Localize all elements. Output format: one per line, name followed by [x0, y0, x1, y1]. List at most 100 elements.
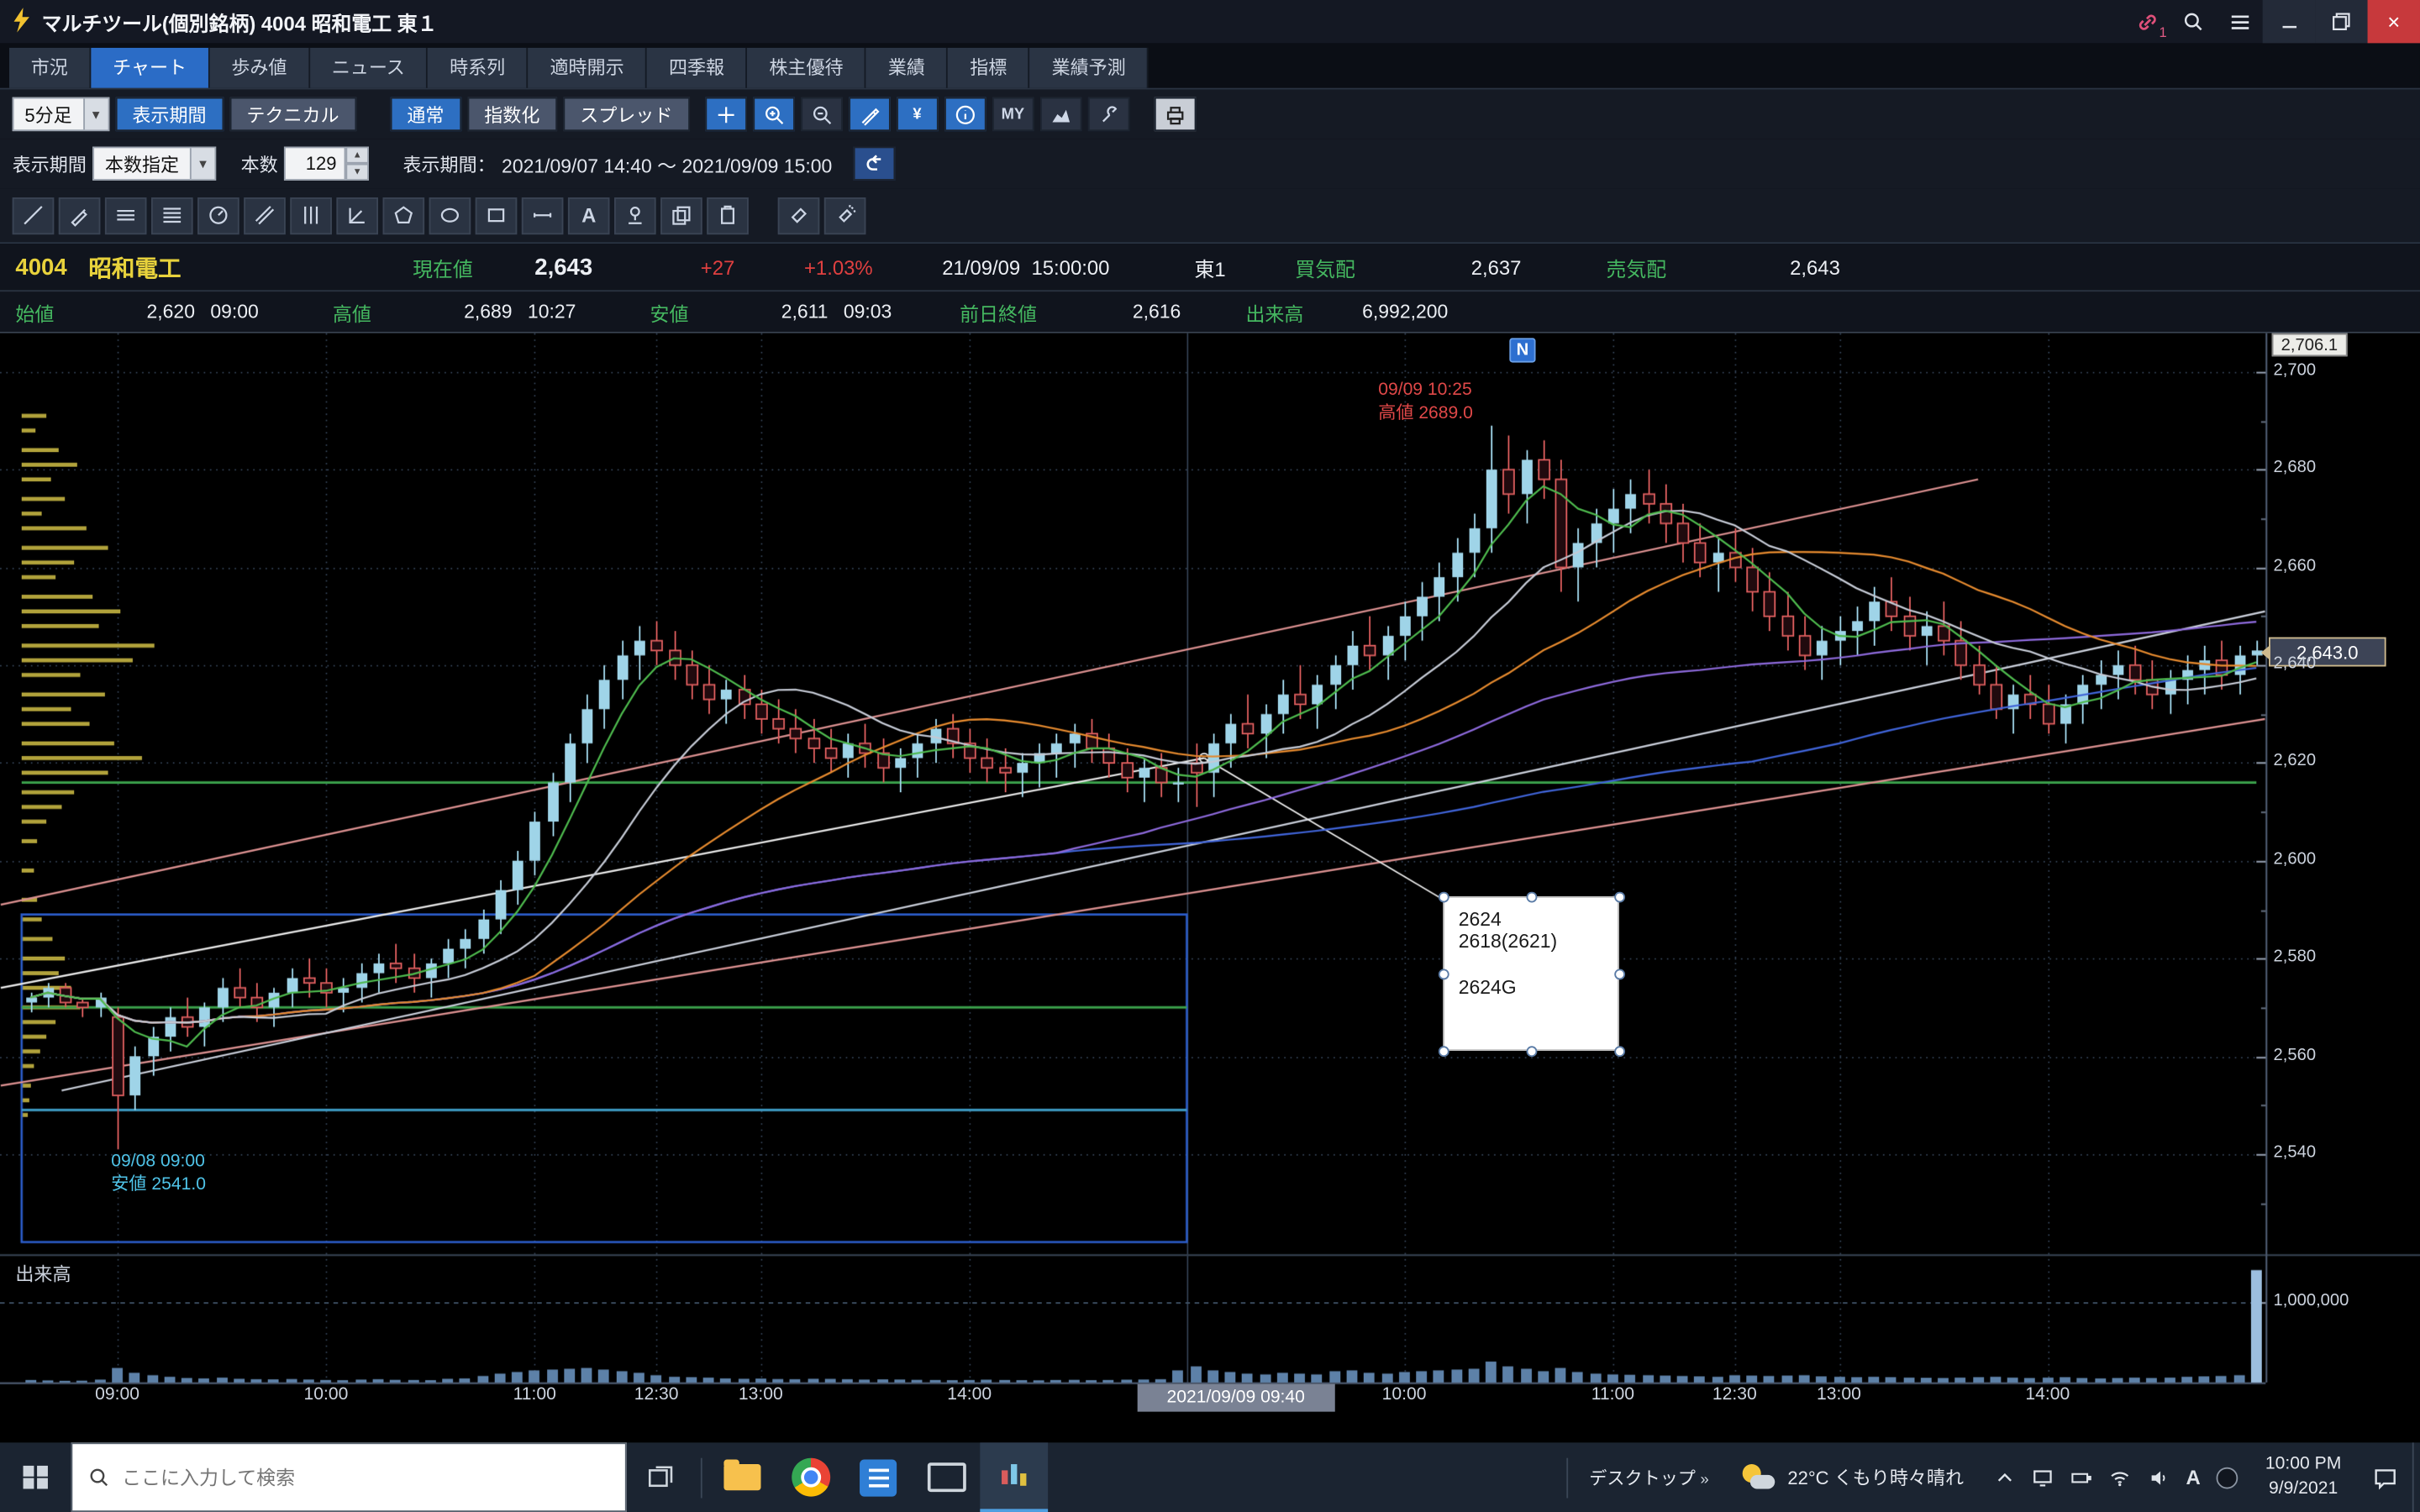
tab-disclosure[interactable]: 適時開示 — [529, 48, 647, 88]
draw-tool-clear-all[interactable] — [824, 197, 866, 234]
draw-tool-angle[interactable] — [336, 197, 378, 234]
weather-icon — [1743, 1463, 1776, 1491]
indexed-button[interactable]: 指数化 — [467, 97, 557, 131]
taskbar-app-chrome[interactable] — [776, 1442, 844, 1512]
link-icon[interactable]: 1 — [2123, 0, 2170, 43]
news-marker[interactable]: N — [1509, 338, 1535, 362]
spread-button[interactable]: スプレッド — [563, 97, 690, 131]
taskbar-app-explorer[interactable] — [708, 1442, 776, 1512]
count-stepper[interactable]: 129 ▲▼ — [284, 146, 369, 180]
step-down-icon[interactable]: ▼ — [346, 164, 370, 181]
resize-handle[interactable] — [1527, 892, 1538, 903]
draw-tool-ellipse[interactable] — [429, 197, 471, 234]
tab-news[interactable]: ニュース — [310, 48, 428, 88]
tab-forecast[interactable]: 業績予測 — [1030, 48, 1149, 88]
resize-handle[interactable] — [1439, 1046, 1449, 1057]
draw-tool-eraser[interactable] — [778, 197, 820, 234]
tab-indicators[interactable]: 指標 — [948, 48, 1029, 88]
taskbar-clock[interactable]: 10:00 PM 9/9/2021 — [2250, 1453, 2357, 1501]
draw-tool-pentagon[interactable] — [383, 197, 425, 234]
app: マルチツール(個別銘柄) 4004 昭和電工 東１ 1 × 市況チャート歩み値ニ… — [0, 0, 2420, 1512]
tab-benefit[interactable]: 株主優待 — [748, 48, 866, 88]
normal-button[interactable]: 通常 — [390, 97, 461, 131]
draw-tool-hline-set[interactable] — [105, 197, 147, 234]
low-time: 09:03 — [844, 301, 892, 323]
resize-handle[interactable] — [1614, 1046, 1625, 1057]
display-icon[interactable] — [2032, 1467, 2055, 1488]
draw-tool-rectangle[interactable] — [476, 197, 518, 234]
draw-tool-trendline[interactable] — [13, 197, 55, 234]
high-value: 2,689 — [464, 301, 512, 323]
chevron-down-icon[interactable]: ▼ — [190, 148, 214, 179]
maximize-button[interactable] — [2315, 0, 2367, 43]
start-button[interactable] — [0, 1442, 71, 1512]
my-button[interactable]: MY — [992, 97, 1034, 131]
step-up-icon[interactable]: ▲ — [346, 146, 370, 163]
drawing-note-box[interactable]: 2624 2618(2621) 2624G — [1443, 896, 1618, 1051]
draw-tool-channel[interactable] — [244, 197, 286, 234]
count-value[interactable]: 129 — [284, 146, 345, 180]
resize-handle[interactable] — [1527, 1046, 1538, 1057]
desktop-toolbar-label: デスクトップ — [1589, 1469, 1696, 1488]
search-input[interactable] — [122, 1467, 609, 1488]
wifi-icon[interactable] — [2109, 1467, 2133, 1488]
angle-icon — [345, 203, 369, 227]
draw-tool-segment[interactable] — [522, 197, 564, 234]
taskbar-app-trading-active[interactable] — [980, 1442, 1048, 1512]
resize-handle[interactable] — [1614, 892, 1625, 903]
draw-tool-pencil[interactable] — [59, 197, 101, 234]
taskbar-app-capture[interactable] — [913, 1442, 981, 1512]
draw-tool-paste[interactable] — [707, 197, 749, 234]
tab-market[interactable]: 市況 — [9, 48, 91, 88]
zoom-in-button[interactable] — [753, 97, 795, 131]
period-mode-select[interactable]: 本数指定 ▼ — [92, 146, 216, 180]
action-center-icon[interactable] — [2357, 1442, 2412, 1512]
display-period-button[interactable]: 表示期間 — [115, 97, 224, 131]
draw-tool-icon-stamp[interactable] — [614, 197, 656, 234]
speaker-icon[interactable] — [2148, 1467, 2171, 1488]
tab-timeseries[interactable]: 時系列 — [428, 48, 528, 88]
desktop-toolbar[interactable]: デスクトップ» — [1574, 1465, 1724, 1489]
timeframe-select[interactable]: 5分足 ▼ — [13, 97, 109, 131]
show-desktop-button[interactable] — [2412, 1442, 2420, 1512]
plus-button[interactable] — [705, 97, 747, 131]
search-icon[interactable] — [2170, 0, 2216, 43]
tab-chart[interactable]: チャート — [91, 48, 209, 88]
price-chart-canvas[interactable] — [0, 333, 2420, 1416]
info-button[interactable] — [944, 97, 986, 131]
weather-widget[interactable]: 22°C くもり時々晴れ — [1724, 1463, 1982, 1491]
minimize-button[interactable] — [2263, 0, 2315, 43]
taskbar-separator — [701, 1457, 702, 1498]
pen-button[interactable] — [849, 97, 891, 131]
yen-button[interactable]: ¥ — [897, 97, 939, 131]
resize-handle[interactable] — [1439, 892, 1449, 903]
draw-tool-copy[interactable] — [660, 197, 702, 234]
area-chart-button[interactable] — [1040, 97, 1082, 131]
tab-shikiho[interactable]: 四季報 — [647, 48, 747, 88]
reset-period-button[interactable] — [854, 146, 896, 180]
taskbar-search[interactable] — [71, 1442, 626, 1512]
resize-handle[interactable] — [1439, 969, 1449, 979]
draw-tool-text[interactable]: A — [568, 197, 610, 234]
overflow-chevron[interactable]: » — [1700, 1471, 1708, 1488]
chevron-down-icon[interactable]: ▼ — [83, 99, 108, 130]
draw-tool-vertical-lines[interactable] — [290, 197, 332, 234]
tab-results[interactable]: 業績 — [866, 48, 948, 88]
high-label: 高値 — [333, 297, 371, 327]
zoom-out-button[interactable] — [801, 97, 843, 131]
wrench-button[interactable] — [1087, 97, 1129, 131]
menu-icon[interactable] — [2217, 0, 2263, 43]
draw-tool-hline-multi[interactable] — [151, 197, 193, 234]
tray-expand-icon[interactable] — [1995, 1467, 2017, 1488]
technical-button[interactable]: テクニカル — [229, 97, 356, 131]
draw-tool-gauge[interactable] — [197, 197, 239, 234]
tab-tick[interactable]: 歩み値 — [210, 48, 310, 88]
print-button[interactable] — [1154, 97, 1196, 131]
resize-handle[interactable] — [1614, 969, 1625, 979]
task-view-button[interactable] — [627, 1442, 695, 1512]
tray-app-icon[interactable] — [2216, 1467, 2238, 1488]
taskbar-app-document[interactable] — [844, 1442, 913, 1512]
battery-icon[interactable] — [2070, 1467, 2094, 1488]
ime-indicator[interactable]: A — [2186, 1466, 2200, 1489]
close-button[interactable]: × — [2368, 0, 2420, 43]
